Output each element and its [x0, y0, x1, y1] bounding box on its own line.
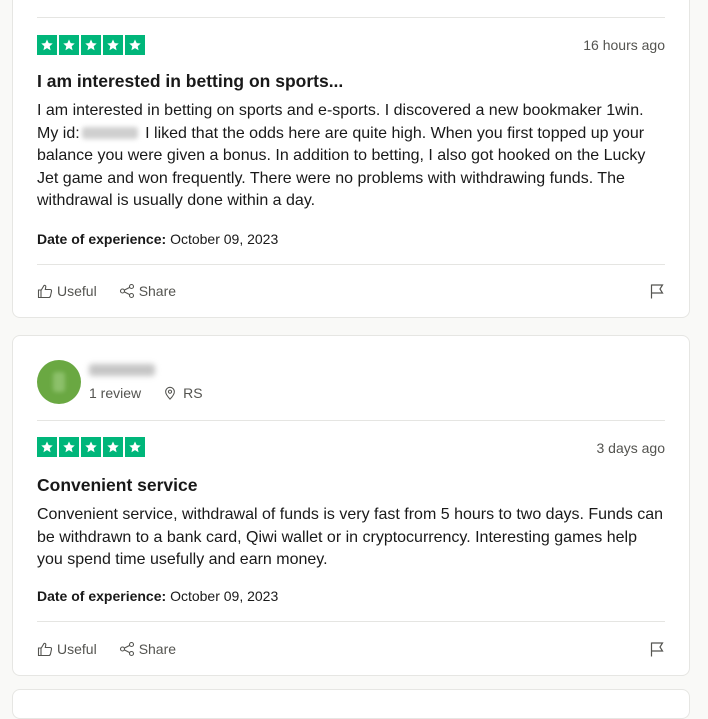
reviewer-name-redacted[interactable]	[89, 364, 155, 376]
review-body: I am interested in betting on sports and…	[37, 100, 667, 213]
divider	[37, 17, 665, 18]
experience-label: Date of experience:	[37, 588, 167, 604]
review-count: 1 review	[89, 385, 142, 401]
star-icon	[103, 437, 123, 457]
star-icon	[81, 437, 101, 457]
date-of-experience: Date of experience: October 09, 2023	[37, 588, 278, 604]
reviewer-meta: 1 review RS	[89, 385, 203, 401]
useful-button[interactable]: Useful	[37, 283, 97, 299]
experience-date: October 09, 2023	[170, 231, 279, 247]
review-title[interactable]: I am interested in betting on sports...	[37, 71, 343, 92]
date-of-experience: Date of experience: October 09, 2023	[37, 231, 278, 247]
useful-button[interactable]: Useful	[37, 641, 97, 657]
thumbs-up-icon	[37, 284, 53, 299]
share-button[interactable]: Share	[119, 641, 176, 657]
useful-label: Useful	[57, 283, 97, 299]
review-actions: Useful Share	[37, 283, 198, 299]
avatar[interactable]	[37, 360, 81, 404]
experience-date: October 09, 2023	[170, 588, 279, 604]
share-icon	[119, 283, 134, 299]
review-body: Convenient service, withdrawal of funds …	[37, 506, 664, 568]
divider	[37, 621, 665, 622]
star-icon	[125, 35, 145, 55]
review-date: 3 days ago	[596, 440, 666, 456]
review-card: 1 review RS 3 days ago Convenient servic…	[12, 335, 690, 676]
share-label: Share	[138, 641, 177, 657]
review-date: 16 hours ago	[583, 37, 665, 53]
review-title[interactable]: Convenient service	[37, 475, 197, 496]
divider	[37, 264, 665, 265]
star-rating	[37, 437, 145, 457]
star-icon	[59, 437, 79, 457]
reviewer-country: RS	[183, 385, 203, 401]
useful-label: Useful	[57, 641, 97, 657]
thumbs-up-icon	[37, 642, 53, 657]
review-card: 16 hours ago I am interested in betting …	[12, 0, 690, 318]
review-actions: Useful Share	[37, 641, 198, 657]
star-icon	[37, 437, 57, 457]
star-icon	[125, 437, 145, 457]
star-icon	[103, 35, 123, 55]
star-icon	[59, 35, 79, 55]
share-label: Share	[138, 283, 177, 299]
star-icon	[37, 35, 57, 55]
flag-icon[interactable]	[649, 641, 665, 657]
share-button[interactable]: Share	[119, 283, 176, 299]
share-icon	[119, 641, 134, 657]
location-pin-icon	[165, 386, 176, 400]
redacted-id	[81, 127, 138, 140]
flag-icon[interactable]	[649, 283, 665, 299]
star-rating	[37, 35, 145, 55]
review-card	[12, 689, 690, 719]
star-icon	[81, 35, 101, 55]
experience-label: Date of experience:	[37, 231, 167, 247]
divider	[37, 420, 665, 421]
